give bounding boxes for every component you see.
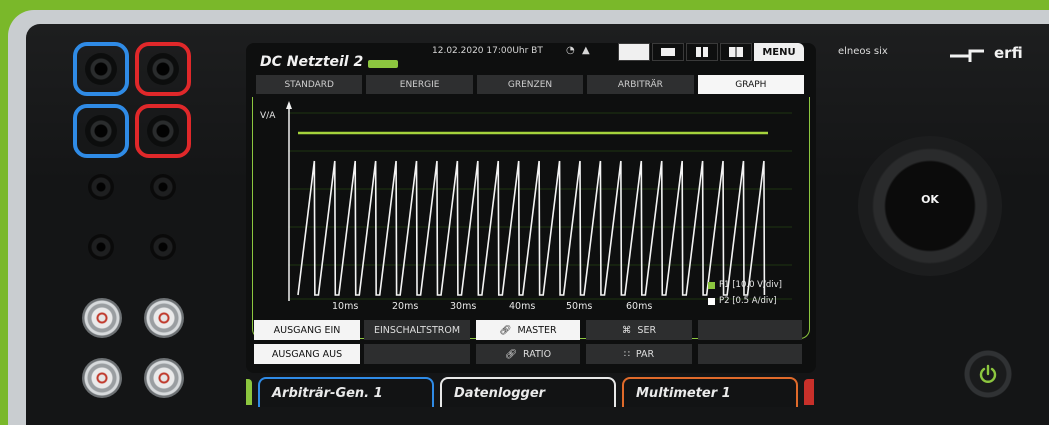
status-datetime: 12.02.2020 17:00Uhr BT (432, 46, 543, 56)
x-tick-label: 60ms (626, 301, 653, 312)
layout-split-vertical-button[interactable] (686, 43, 718, 61)
menu-button[interactable]: MENU (754, 43, 804, 61)
bnc-connector-2[interactable] (144, 298, 184, 338)
power-icon (979, 364, 997, 383)
par-button[interactable]: ∷ PAR (586, 344, 692, 364)
model-name: elneos six (838, 46, 888, 57)
display-screen: DC Netzteil 2 12.02.2020 17:00Uhr BT ◔ ▲… (246, 43, 816, 373)
tab-grenzen[interactable]: GRENZEN (476, 75, 584, 94)
series-connection-icon: ⌘ (621, 324, 632, 336)
parallel-connection-icon: ∷ (623, 348, 630, 360)
tab-standard[interactable]: STANDARD (256, 75, 363, 94)
bottom-tab-arbitraer-gen[interactable]: Arbiträr-Gen. 1 (258, 377, 434, 407)
ausgang-aus-button[interactable]: AUSGANG AUS (254, 344, 360, 364)
x-tick-label: 20ms (392, 301, 419, 312)
socket-jack-red-2[interactable] (147, 115, 179, 147)
socket-jack-small-3[interactable] (88, 234, 114, 260)
socket-jack-small-1[interactable] (88, 174, 114, 200)
par-label: PAR (635, 348, 655, 360)
bnc-connector-1[interactable] (82, 298, 122, 338)
x-tick-label: 30ms (450, 301, 477, 312)
power-button[interactable] (964, 350, 1012, 398)
bottom-tab-datenlogger[interactable]: Datenlogger (440, 377, 616, 407)
legend-p1: P1 [10.0 V/div] (708, 280, 782, 290)
legend-p2: P2 [0.5 A/div] (708, 296, 777, 306)
master-label: MASTER (517, 324, 557, 336)
ausgang-ein-button[interactable]: AUSGANG EIN (254, 320, 360, 340)
socket-jack-red-1[interactable] (147, 53, 179, 85)
socket-jack-blue-1[interactable] (85, 53, 117, 85)
x-tick-label: 10ms (332, 301, 359, 312)
bnc-connector-3[interactable] (82, 358, 122, 398)
tab-energie[interactable]: ENERGIE (366, 75, 473, 94)
link-icon: 🔗︎ (504, 348, 517, 360)
socket-jack-blue-2[interactable] (85, 115, 117, 147)
layout-single-button[interactable] (618, 43, 650, 61)
link-icon: 🔗︎ (499, 324, 512, 336)
ratio-button[interactable]: 🔗︎ RATIO (476, 344, 580, 364)
rotary-knob[interactable] (858, 136, 1002, 276)
y-axis-arrow-icon (286, 101, 292, 109)
tab-bar: STANDARD ENERGIE GRENZEN ARBITRÄR GRAPH (256, 75, 805, 94)
ratio-label: RATIO (523, 348, 552, 360)
tab-arbitraer[interactable]: ARBITRÄR (587, 75, 694, 94)
ok-button[interactable]: OK (910, 193, 950, 206)
x-tick-label: 40ms (509, 301, 536, 312)
einschaltstrom-button[interactable]: EINSCHALTSTROM (364, 320, 470, 340)
layout-split-horizontal-button[interactable] (652, 43, 684, 61)
bnc-connector-4[interactable] (144, 358, 184, 398)
master-button[interactable]: 🔗︎ MASTER (476, 320, 580, 340)
tab-graph[interactable]: GRAPH (697, 75, 805, 94)
signal-icon: ▲ (582, 45, 590, 56)
legend-swatch-p2 (708, 297, 715, 305)
empty-button-slot-1 (698, 320, 802, 340)
x-tick-label: 50ms (566, 301, 593, 312)
bottom-tab-edge-left (246, 379, 252, 405)
y-axis-label: V/A (260, 111, 276, 121)
legend-swatch-p1 (708, 281, 715, 289)
socket-jack-small-2[interactable] (150, 174, 176, 200)
socket-jack-small-4[interactable] (150, 234, 176, 260)
layout-quad-button[interactable] (720, 43, 752, 61)
legend-label-p1: P1 [10.0 V/div] (719, 280, 782, 290)
status-indicator-pill (368, 60, 398, 68)
ser-button[interactable]: ⌘ SER (586, 320, 692, 340)
brand-logo-text: erfi (994, 44, 1023, 62)
bottom-tab-edge-right (804, 379, 814, 405)
page-title: DC Netzteil 2 (260, 54, 364, 70)
bottom-tab-multimeter[interactable]: Multimeter 1 (622, 377, 798, 407)
empty-button-slot-3 (698, 344, 802, 364)
series-p2-sawtooth (297, 160, 766, 296)
legend-label-p2: P2 [0.5 A/div] (719, 296, 777, 306)
ser-label: SER (637, 324, 657, 336)
wifi-icon: ◔ (566, 45, 575, 56)
empty-button-slot-2 (364, 344, 470, 364)
